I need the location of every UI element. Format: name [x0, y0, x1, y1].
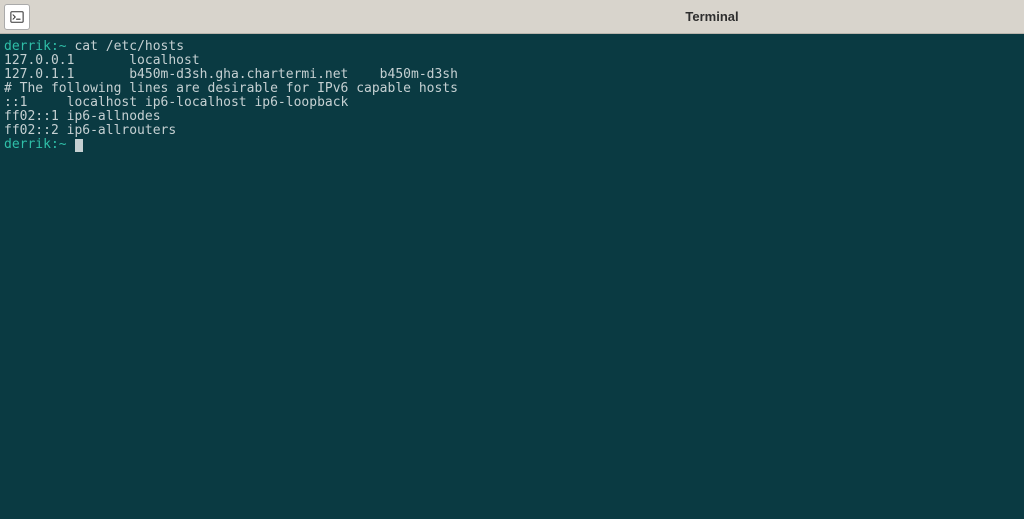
titlebar-app-button[interactable]: [4, 4, 30, 30]
output-line: # The following lines are desirable for …: [4, 82, 1020, 96]
terminal-icon: [10, 10, 24, 24]
terminal-output-area[interactable]: derrik:~ cat /etc/hosts127.0.0.1 localho…: [0, 34, 1024, 519]
prompt-separator: :~: [51, 137, 67, 152]
prompt-line-2: derrik:~: [4, 138, 1020, 152]
output-line: ::1 localhost ip6-localhost ip6-loopback: [4, 96, 1020, 110]
window-title: Terminal: [685, 9, 738, 24]
command-text: cat /etc/hosts: [74, 39, 184, 54]
output-line: ff02::1 ip6-allnodes: [4, 110, 1020, 124]
prompt-line-1: derrik:~ cat /etc/hosts: [4, 40, 1020, 54]
prompt-user: derrik: [4, 39, 51, 54]
output-line: ff02::2 ip6-allrouters: [4, 124, 1020, 138]
terminal-cursor: [75, 139, 83, 152]
window-titlebar: Terminal: [0, 0, 1024, 34]
prompt-separator: :~: [51, 39, 67, 54]
output-line: 127.0.1.1 b450m-d3sh.gha.chartermi.net b…: [4, 68, 1020, 82]
prompt-user: derrik: [4, 137, 51, 152]
output-line: 127.0.0.1 localhost: [4, 54, 1020, 68]
